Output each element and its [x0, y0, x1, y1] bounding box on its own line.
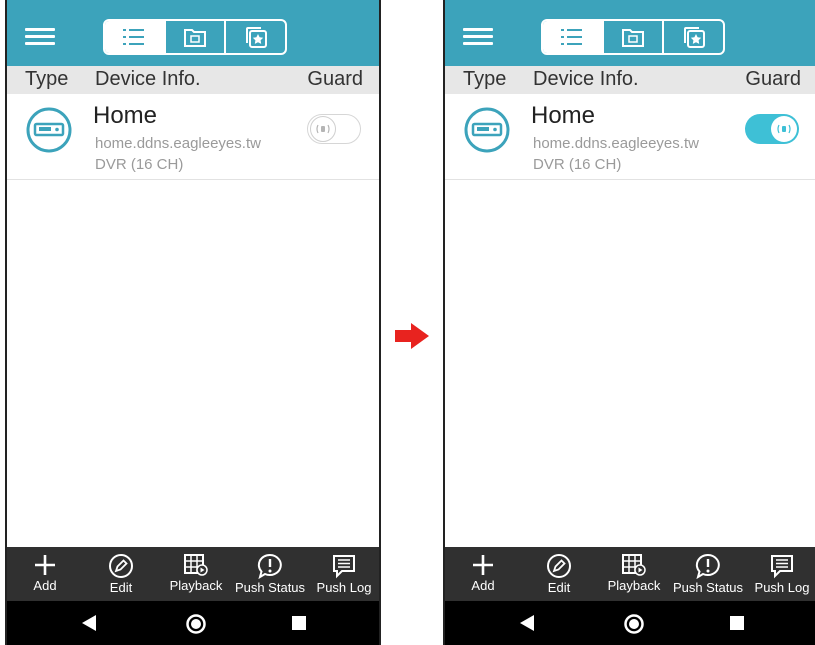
- guard-toggle[interactable]: [745, 114, 799, 144]
- header-device-info: Device Info.: [95, 68, 201, 90]
- playback-icon: [184, 554, 208, 576]
- home-icon[interactable]: [185, 613, 207, 635]
- dvr-icon: [26, 107, 72, 153]
- header-guard: Guard: [745, 68, 801, 90]
- push-log-button[interactable]: Push Log: [312, 547, 376, 601]
- pencil-icon: [109, 554, 133, 578]
- playback-label: Playback: [607, 578, 661, 593]
- playback-icon: [622, 554, 646, 576]
- edit-label: Edit: [547, 580, 571, 595]
- playback-button[interactable]: Playback: [163, 547, 229, 601]
- device-row[interactable]: Home home.ddns.eagleeyes.tw DVR (16 CH): [7, 94, 379, 180]
- menu-icon[interactable]: [463, 28, 493, 45]
- edit-button[interactable]: Edit: [97, 547, 145, 601]
- plus-icon: [35, 555, 55, 575]
- push-log-label: Push Log: [754, 580, 810, 595]
- device-host: home.ddns.eagleeyes.tw: [533, 135, 699, 152]
- favorites-icon: [683, 27, 705, 48]
- pencil-icon: [547, 554, 571, 578]
- list-icon: [561, 29, 583, 45]
- add-label: Add: [33, 578, 57, 593]
- recent-apps-icon[interactable]: [292, 616, 306, 630]
- header-device-info: Device Info.: [533, 68, 639, 90]
- push-status-icon: [257, 553, 282, 579]
- header-guard: Guard: [307, 68, 363, 90]
- phone-screen-before: Type Device Info. Guard Home home.ddns.e…: [5, 0, 381, 645]
- push-log-button[interactable]: Push Log: [750, 547, 814, 601]
- header-type: Type: [463, 68, 507, 90]
- push-status-label: Push Status: [234, 580, 306, 595]
- push-status-button[interactable]: Push Status: [671, 547, 745, 601]
- home-icon[interactable]: [623, 613, 645, 635]
- device-name: Home: [531, 102, 596, 129]
- guard-toggle[interactable]: [307, 114, 361, 144]
- edit-button[interactable]: Edit: [535, 547, 583, 601]
- arrow-right-icon: [395, 323, 429, 349]
- bottom-toolbar: Add Edit Playback Push Status Push Log: [445, 547, 815, 601]
- list-header: Type Device Info. Guard: [7, 66, 379, 94]
- tab-device-list[interactable]: [543, 21, 602, 53]
- android-nav-bar: [445, 601, 815, 645]
- guard-toggle-knob: [771, 116, 797, 142]
- back-icon[interactable]: [81, 614, 97, 632]
- plus-icon: [473, 555, 493, 575]
- tab-favorites[interactable]: [224, 21, 285, 53]
- playback-label: Playback: [169, 578, 223, 593]
- list-header: Type Device Info. Guard: [445, 66, 815, 94]
- device-type: DVR (16 CH): [533, 156, 622, 173]
- favorites-icon: [245, 27, 267, 48]
- view-tabs: [541, 19, 725, 55]
- push-status-icon: [695, 553, 720, 579]
- android-nav-bar: [7, 601, 379, 645]
- device-name: Home: [93, 102, 158, 129]
- push-log-icon: [771, 555, 793, 579]
- device-host: home.ddns.eagleeyes.tw: [95, 135, 261, 152]
- alarm-icon: [316, 124, 330, 134]
- top-bar: [7, 0, 379, 66]
- add-button[interactable]: Add: [459, 547, 507, 601]
- device-row[interactable]: Home home.ddns.eagleeyes.tw DVR (16 CH): [445, 94, 815, 180]
- view-tabs: [103, 19, 287, 55]
- dvr-icon: [464, 107, 510, 153]
- top-bar: [445, 0, 815, 66]
- push-log-label: Push Log: [316, 580, 372, 595]
- device-type: DVR (16 CH): [95, 156, 184, 173]
- push-log-icon: [333, 555, 355, 579]
- tab-folder[interactable]: [601, 21, 663, 53]
- guard-toggle-knob: [310, 116, 336, 142]
- bottom-toolbar: Add Edit Playback Push Status Push Log: [7, 547, 379, 601]
- phone-screen-after: Type Device Info. Guard Home home.ddns.e…: [443, 0, 815, 645]
- tab-favorites[interactable]: [662, 21, 723, 53]
- folder-icon: [184, 29, 206, 47]
- alarm-icon: [777, 124, 791, 134]
- edit-label: Edit: [109, 580, 133, 595]
- add-label: Add: [471, 578, 495, 593]
- tab-folder[interactable]: [163, 21, 225, 53]
- playback-button[interactable]: Playback: [601, 547, 667, 601]
- folder-icon: [622, 29, 644, 47]
- back-icon[interactable]: [519, 614, 535, 632]
- tab-device-list[interactable]: [105, 21, 164, 53]
- push-status-label: Push Status: [672, 580, 744, 595]
- push-status-button[interactable]: Push Status: [233, 547, 307, 601]
- add-button[interactable]: Add: [21, 547, 69, 601]
- list-icon: [123, 29, 145, 45]
- header-type: Type: [25, 68, 69, 90]
- menu-icon[interactable]: [25, 28, 55, 45]
- recent-apps-icon[interactable]: [730, 616, 744, 630]
